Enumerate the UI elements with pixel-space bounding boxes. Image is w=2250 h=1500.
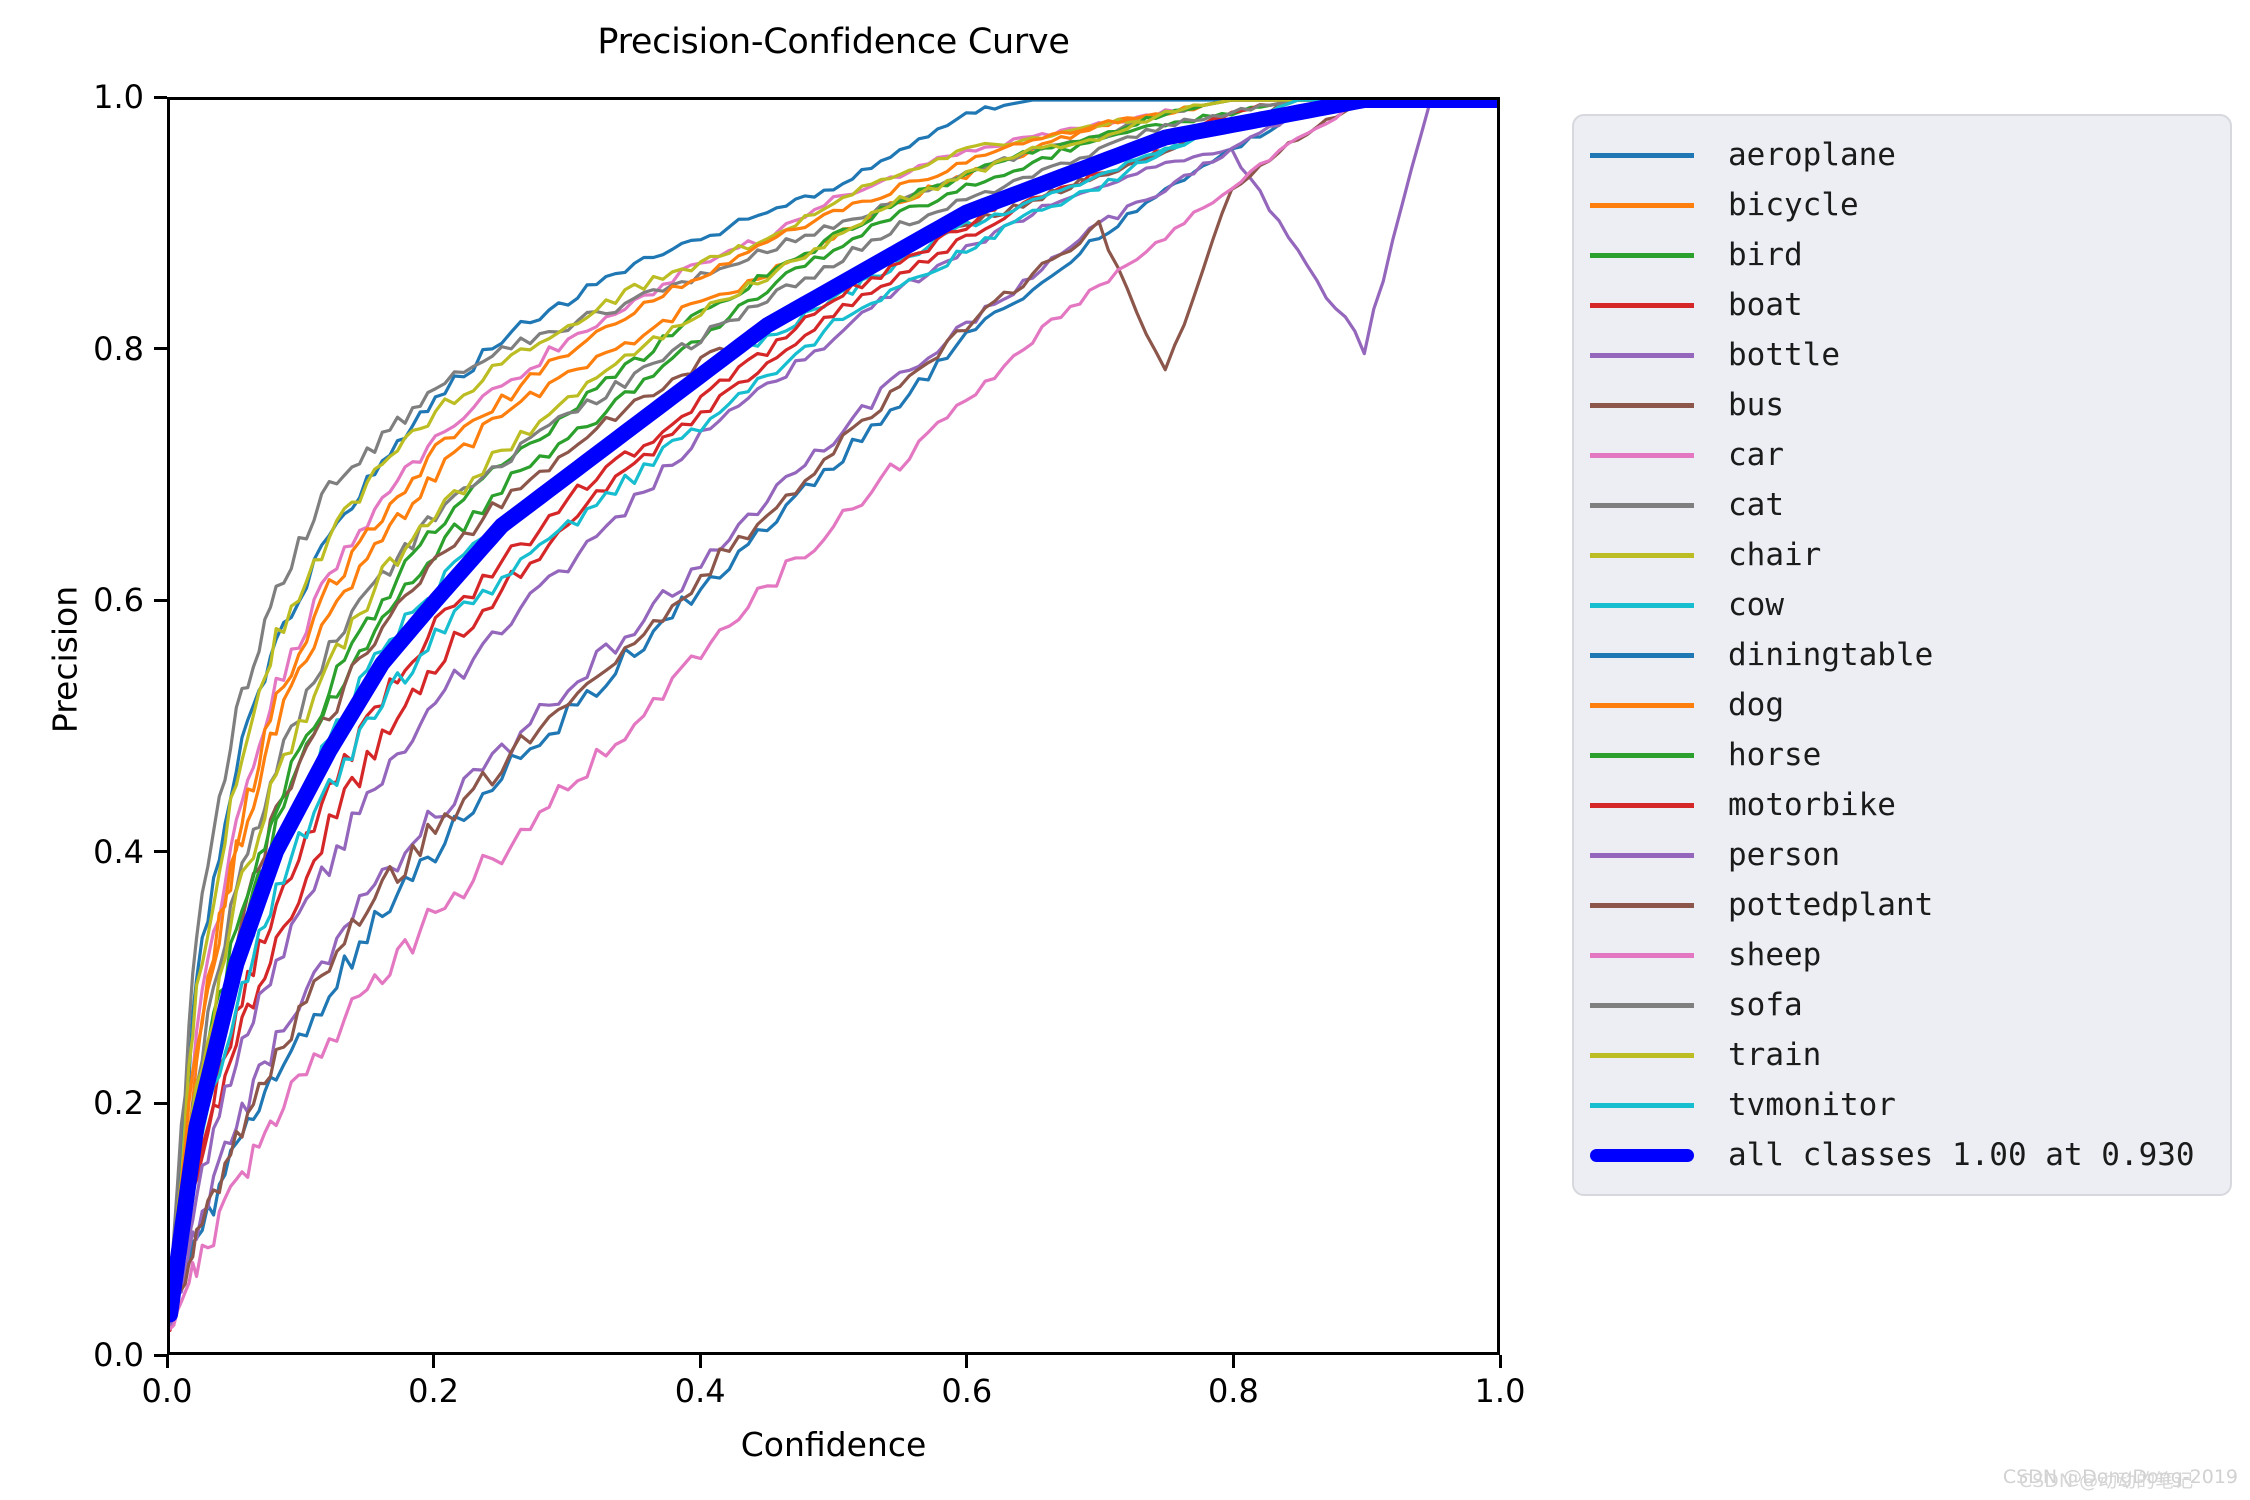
- legend-line-icon: [1590, 1052, 1694, 1058]
- x-tick-5: [1498, 1355, 1502, 1368]
- legend-item-label: car: [1728, 437, 1784, 473]
- legend-item-label: bottle: [1728, 337, 1840, 373]
- legend-item-label: tvmonitor: [1728, 1087, 1896, 1123]
- legend-item-dog[interactable]: dog: [1590, 680, 2220, 730]
- legend-line-icon: [1590, 602, 1694, 608]
- legend-line-icon: [1590, 902, 1694, 908]
- x-tick-label-1: 0.2: [408, 1372, 460, 1410]
- x-tick-label-5: 1.0: [1474, 1372, 1526, 1410]
- legend-line-icon: [1590, 402, 1694, 408]
- legend-line-icon: [1590, 352, 1694, 358]
- legend-item-cow[interactable]: cow: [1590, 580, 2220, 630]
- x-tick-3: [965, 1355, 969, 1368]
- legend-line-icon: [1590, 802, 1694, 808]
- plot-curves-svg: [170, 100, 1497, 1352]
- x-tick-4: [1231, 1355, 1235, 1368]
- legend-item-label: pottedplant: [1728, 887, 1934, 923]
- legend-line-icon: [1590, 852, 1694, 858]
- y-tick-label-2: 0.4: [93, 832, 144, 871]
- legend-item-label: cat: [1728, 487, 1784, 523]
- legend-item-label: sheep: [1728, 937, 1822, 973]
- legend-item-diningtable[interactable]: diningtable: [1590, 630, 2220, 680]
- x-tick-2: [698, 1355, 702, 1368]
- y-tick-1: [154, 1101, 167, 1105]
- legend-item-label: train: [1728, 1037, 1822, 1073]
- y-tick-label-5: 1.0: [93, 78, 144, 116]
- legend-item-bicycle[interactable]: bicycle: [1590, 180, 2220, 230]
- y-axis-label: Precision: [45, 585, 85, 734]
- legend-item-tvmonitor[interactable]: tvmonitor: [1590, 1080, 2220, 1130]
- legend-item-horse[interactable]: horse: [1590, 730, 2220, 780]
- legend-item-label: chair: [1728, 537, 1822, 573]
- plot-area: [167, 97, 1500, 1355]
- y-tick-label-0: 0.0: [93, 1336, 144, 1374]
- legend-line-icon: [1590, 1102, 1694, 1108]
- legend-item-label: horse: [1728, 737, 1822, 773]
- watermark-text-b: CSDN @动动的笔记: [2018, 1470, 2194, 1492]
- legend-item-train[interactable]: train: [1590, 1030, 2220, 1080]
- y-tick-2: [154, 850, 167, 854]
- legend-item-label: bird: [1728, 237, 1803, 273]
- watermark: CSDN @DongDong-2019 CSDN @动动的笔记: [2003, 1466, 2238, 1492]
- legend-line-icon: [1590, 952, 1694, 958]
- x-axis-label: Confidence: [740, 1425, 927, 1464]
- legend-item-label: motorbike: [1728, 787, 1896, 823]
- legend-item-label: person: [1728, 837, 1840, 873]
- legend-item-label: dog: [1728, 687, 1784, 723]
- legend-item-label: bicycle: [1728, 187, 1859, 223]
- legend-item-sofa[interactable]: sofa: [1590, 980, 2220, 1030]
- legend-item-label: cow: [1728, 587, 1784, 623]
- legend-item-label: aeroplane: [1728, 137, 1896, 173]
- legend-line-icon: [1590, 702, 1694, 708]
- legend-item-sheep[interactable]: sheep: [1590, 930, 2220, 980]
- legend-item-label: bus: [1728, 387, 1784, 423]
- legend-line-icon: [1590, 652, 1694, 658]
- y-tick-5: [154, 95, 167, 99]
- y-tick-label-4: 0.8: [93, 329, 144, 368]
- legend-item-bottle[interactable]: bottle: [1590, 330, 2220, 380]
- series-line-all: [170, 100, 1497, 1314]
- y-tick-3: [154, 598, 167, 602]
- legend-line-icon: [1590, 1148, 1694, 1162]
- legend-item-boat[interactable]: boat: [1590, 280, 2220, 330]
- legend-item-pottedplant[interactable]: pottedplant: [1590, 880, 2220, 930]
- x-tick-0: [165, 1355, 169, 1368]
- chart-legend: aeroplane bicycle bird boat bottle bus car cat c…: [1572, 114, 2232, 1196]
- legend-line-icon: [1590, 552, 1694, 558]
- legend-item-label: all classes 1.00 at 0.930: [1728, 1137, 2195, 1173]
- legend-item-person[interactable]: person: [1590, 830, 2220, 880]
- x-tick-label-3: 0.6: [941, 1372, 993, 1410]
- legend-item-bus[interactable]: bus: [1590, 380, 2220, 430]
- page-title: Precision-Confidence Curve: [597, 22, 1070, 62]
- legend-line-icon: [1590, 752, 1694, 758]
- legend-line-icon: [1590, 152, 1694, 158]
- legend-item-motorbike[interactable]: motorbike: [1590, 780, 2220, 830]
- y-tick-label-1: 0.2: [93, 1084, 144, 1123]
- legend-line-icon: [1590, 252, 1694, 258]
- legend-line-icon: [1590, 302, 1694, 308]
- y-tick-label-3: 0.6: [93, 581, 144, 620]
- x-tick-label-0: 0.0: [141, 1372, 193, 1410]
- legend-item-car[interactable]: car: [1590, 430, 2220, 480]
- precision-confidence-figure: Precision-Confidence Curve 0.0 0.2 0.4 0.6 0…: [0, 0, 2250, 1500]
- legend-item-chair[interactable]: chair: [1590, 530, 2220, 580]
- legend-line-icon: [1590, 1002, 1694, 1008]
- x-tick-label-2: 0.4: [674, 1372, 726, 1410]
- legend-line-icon: [1590, 452, 1694, 458]
- legend-item-all[interactable]: all classes 1.00 at 0.930: [1590, 1130, 2220, 1180]
- legend-item-bird[interactable]: bird: [1590, 230, 2220, 280]
- legend-item-label: diningtable: [1728, 637, 1934, 673]
- x-tick-label-4: 0.8: [1207, 1372, 1259, 1410]
- legend-item-label: sofa: [1728, 987, 1803, 1023]
- legend-item-aeroplane[interactable]: aeroplane: [1590, 130, 2220, 180]
- x-tick-1: [432, 1355, 436, 1368]
- legend-line-icon: [1590, 502, 1694, 508]
- legend-item-label: boat: [1728, 287, 1803, 323]
- y-tick-0: [154, 1353, 167, 1357]
- legend-item-cat[interactable]: cat: [1590, 480, 2220, 530]
- legend-line-icon: [1590, 202, 1694, 208]
- y-tick-4: [154, 347, 167, 351]
